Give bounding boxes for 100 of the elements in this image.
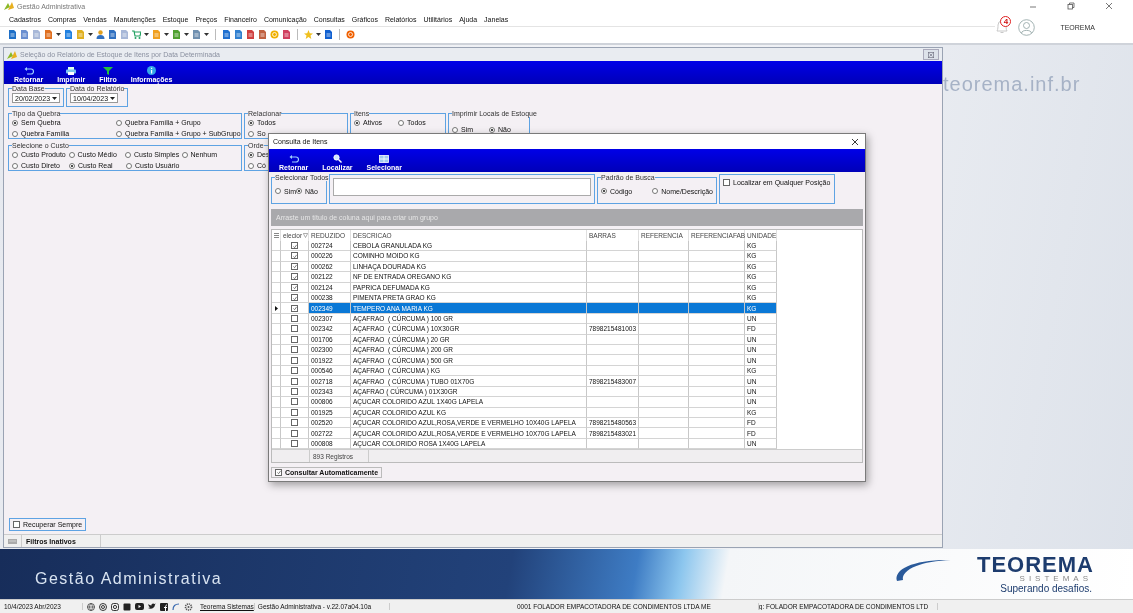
- funnel-icon: [102, 67, 113, 75]
- radio-button[interactable]: [248, 151, 254, 158]
- caret-icon[interactable]: [56, 32, 61, 36]
- table-cell: [587, 313, 639, 325]
- table-cell: [639, 282, 689, 293]
- radio-button[interactable]: [116, 119, 122, 126]
- document-icon[interactable]: [20, 29, 29, 39]
- checkbox[interactable]: [291, 387, 298, 395]
- radio-button[interactable]: [601, 188, 607, 194]
- document-icon[interactable]: [258, 29, 267, 39]
- checkbox[interactable]: [291, 377, 298, 385]
- arc-icon[interactable]: [172, 602, 180, 611]
- circle-icon[interactable]: [346, 29, 355, 39]
- table-cell: [689, 345, 745, 356]
- radio-button[interactable]: [12, 119, 18, 126]
- checkbox[interactable]: [291, 242, 298, 249]
- camera-icon[interactable]: [111, 602, 119, 611]
- bird-icon[interactable]: [148, 603, 156, 610]
- document-icon[interactable]: [234, 29, 243, 39]
- app-logo-icon: [4, 1, 14, 11]
- caret-icon[interactable]: [316, 32, 321, 36]
- radio-button[interactable]: [248, 162, 254, 169]
- person-icon[interactable]: [96, 29, 105, 39]
- radio-button[interactable]: [12, 162, 18, 169]
- checkbox[interactable]: [291, 356, 298, 364]
- checkbox[interactable]: [291, 419, 298, 427]
- square-icon[interactable]: [160, 602, 168, 611]
- caret-icon[interactable]: [184, 32, 189, 36]
- logo-text: TEOREMA: [977, 555, 1094, 575]
- column-chooser-icon[interactable]: [274, 232, 279, 238]
- checkbox[interactable]: [291, 335, 298, 343]
- radio-button[interactable]: [398, 119, 404, 126]
- document-icon[interactable]: [222, 29, 231, 39]
- checkbox[interactable]: [291, 408, 298, 416]
- radio-button[interactable]: [116, 130, 122, 137]
- checkbox[interactable]: [291, 314, 298, 322]
- table-cell: [689, 240, 745, 252]
- search-field[interactable]: [333, 178, 591, 196]
- checkbox[interactable]: [291, 346, 298, 354]
- close-icon[interactable]: [1105, 2, 1113, 10]
- document-icon[interactable]: [324, 29, 333, 39]
- radio-button[interactable]: [248, 119, 254, 126]
- radio-button[interactable]: [354, 119, 360, 126]
- radio-button[interactable]: [181, 151, 188, 158]
- globe-icon[interactable]: [87, 602, 95, 611]
- caret-icon[interactable]: [204, 32, 209, 36]
- document-icon[interactable]: [8, 29, 17, 39]
- table-cell: [639, 324, 689, 335]
- caret-icon: [52, 96, 57, 100]
- radio-button[interactable]: [489, 126, 495, 133]
- checkbox[interactable]: [291, 294, 298, 302]
- document-icon[interactable]: [282, 29, 291, 39]
- table-cell: [587, 282, 639, 293]
- close-icon: [928, 51, 934, 58]
- radio-button[interactable]: [452, 126, 458, 133]
- ring-icon[interactable]: [99, 602, 107, 611]
- table-cell: [639, 355, 689, 366]
- radio-button[interactable]: [652, 188, 659, 194]
- table-cell: [639, 365, 689, 377]
- info-icon: [147, 66, 156, 75]
- table-cell: [639, 272, 689, 283]
- slogan: Superando desafios.: [1000, 583, 1092, 594]
- checkbox[interactable]: [291, 398, 298, 406]
- checkbox[interactable]: [291, 252, 298, 260]
- restore-icon[interactable]: [1067, 2, 1075, 10]
- star-icon[interactable]: [304, 29, 313, 39]
- checkbox[interactable]: [291, 367, 298, 375]
- document-icon[interactable]: [108, 29, 117, 39]
- radio-button[interactable]: [12, 151, 18, 158]
- checkbox[interactable]: [275, 468, 282, 476]
- checkbox[interactable]: [291, 304, 298, 312]
- radio-button[interactable]: [68, 151, 75, 158]
- checkbox[interactable]: [291, 325, 298, 333]
- radio-button[interactable]: [275, 188, 281, 194]
- table-cell: [639, 376, 689, 387]
- play-icon[interactable]: [135, 603, 144, 610]
- radio-button[interactable]: [248, 130, 254, 137]
- caret-icon[interactable]: [144, 32, 149, 36]
- checkbox[interactable]: [13, 521, 20, 528]
- checkbox[interactable]: [291, 262, 298, 270]
- caret-icon[interactable]: [88, 32, 93, 36]
- radio-button[interactable]: [12, 130, 18, 137]
- radio-button[interactable]: [296, 188, 303, 194]
- checkbox[interactable]: [723, 179, 730, 186]
- radio-button[interactable]: [126, 162, 132, 169]
- checkbox[interactable]: [291, 429, 298, 437]
- square-icon[interactable]: [123, 602, 131, 611]
- checkbox[interactable]: [291, 273, 298, 281]
- table-cell: [639, 386, 689, 398]
- document-icon[interactable]: [246, 29, 255, 39]
- checkbox[interactable]: [291, 440, 298, 448]
- checkbox[interactable]: [291, 283, 298, 291]
- radio-button[interactable]: [69, 162, 75, 169]
- table-cell: [587, 355, 639, 366]
- document-icon[interactable]: [64, 29, 73, 39]
- radio-button[interactable]: [125, 151, 131, 158]
- close-button[interactable]: [851, 136, 861, 147]
- gear-icon[interactable]: [184, 602, 193, 611]
- table-cell: [639, 240, 689, 252]
- caret-icon[interactable]: [164, 32, 169, 36]
